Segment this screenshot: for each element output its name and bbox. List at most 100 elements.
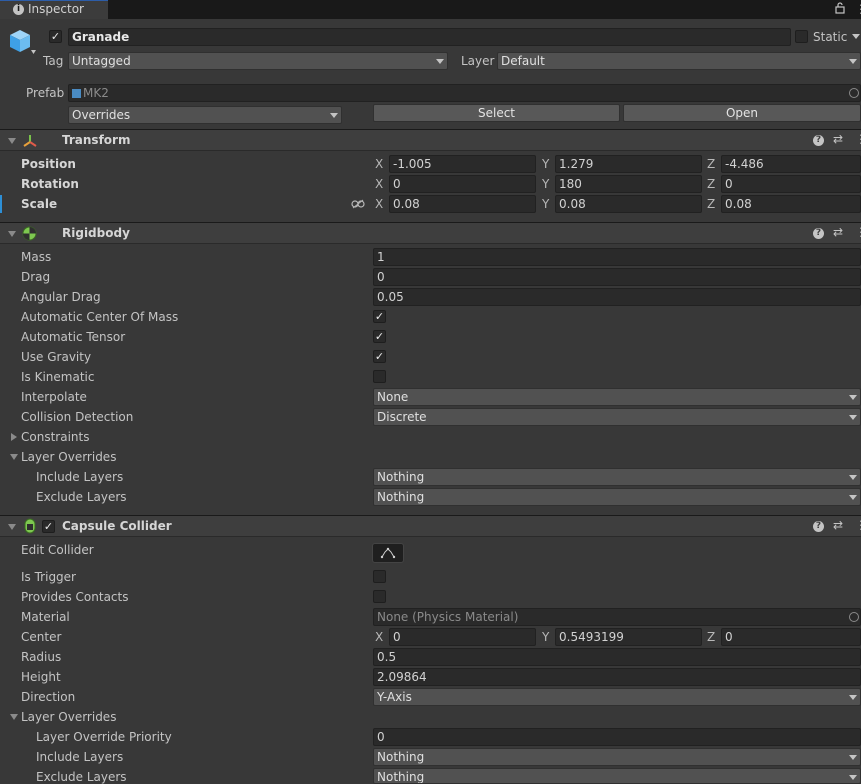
gameobject-icon[interactable]	[8, 27, 36, 60]
help-icon[interactable]: ?	[813, 228, 824, 239]
tab-inspector[interactable]: i Inspector	[0, 0, 108, 19]
open-button[interactable]: Open	[623, 104, 861, 122]
is-trigger-checkbox[interactable]	[373, 570, 386, 583]
kebab-menu-icon[interactable]: ⋮	[855, 1, 861, 17]
axis-x-label[interactable]: X	[375, 630, 383, 644]
auto-center-of-mass-checkbox[interactable]: ✓	[373, 310, 386, 323]
exclude-layers-value: Nothing	[377, 490, 425, 504]
static-dropdown-icon[interactable]	[852, 34, 860, 39]
axis-y-label[interactable]: Y	[542, 177, 549, 191]
foldout-arrow-icon[interactable]	[8, 138, 16, 144]
material-value: None (Physics Material)	[377, 610, 519, 624]
constraints-label[interactable]: Constraints	[21, 430, 89, 444]
layer-dropdown[interactable]: Default	[497, 52, 861, 70]
is-kinematic-checkbox[interactable]	[373, 370, 386, 383]
scale-y-field[interactable]: 0.08	[555, 195, 702, 213]
center-x-field[interactable]: 0	[389, 628, 536, 646]
layer-overrides-foldout-icon[interactable]	[10, 454, 18, 460]
position-z-field[interactable]: -4.486	[721, 155, 861, 173]
center-y-field[interactable]: 0.5493199	[555, 628, 702, 646]
axis-x-label[interactable]: X	[375, 177, 383, 191]
axis-x-label[interactable]: X	[375, 197, 383, 211]
rigidbody-header[interactable]: Rigidbody ? ⇄ ⋮	[0, 222, 861, 244]
overrides-value: Overrides	[72, 108, 131, 122]
axis-y-label[interactable]: Y	[542, 197, 549, 211]
gameobject-name-field[interactable]: Granade	[68, 28, 791, 46]
position-label: Position	[21, 157, 76, 171]
axis-y-label[interactable]: Y	[542, 157, 549, 171]
help-icon[interactable]: ?	[813, 521, 824, 532]
center-z-field[interactable]: 0	[721, 628, 861, 646]
axis-z-label[interactable]: Z	[707, 177, 715, 191]
direction-dropdown[interactable]: Y-Axis	[373, 688, 861, 706]
radius-field[interactable]: 0.5	[373, 648, 861, 666]
axis-z-label[interactable]: Z	[707, 630, 715, 644]
lock-icon[interactable]	[835, 2, 845, 14]
use-gravity-label: Use Gravity	[21, 350, 92, 364]
chevron-down-icon	[330, 113, 338, 118]
transform-header[interactable]: Transform ? ⇄ ⋮	[0, 129, 861, 151]
provides-contacts-checkbox[interactable]	[373, 590, 386, 603]
axis-x-label[interactable]: X	[375, 157, 383, 171]
position-x-field[interactable]: -1.005	[389, 155, 536, 173]
chevron-down-icon	[849, 395, 857, 400]
chevron-down-icon	[849, 755, 857, 760]
object-picker-icon[interactable]	[849, 88, 859, 98]
drag-field[interactable]: 0	[373, 268, 861, 286]
component-menu-icon[interactable]: ⋮	[855, 518, 861, 532]
include-layers-label: Include Layers	[36, 750, 124, 764]
tag-dropdown[interactable]: Untagged	[68, 52, 448, 70]
collision-detection-dropdown[interactable]: Discrete	[373, 408, 861, 426]
angular-drag-field[interactable]: 0.05	[373, 288, 861, 306]
static-checkbox[interactable]	[795, 30, 808, 43]
edit-collider-button[interactable]	[372, 543, 404, 563]
axis-z-label[interactable]: Z	[707, 157, 715, 171]
exclude-layers-dropdown[interactable]: Nothing	[373, 768, 861, 784]
active-checkbox[interactable]: ✓	[49, 30, 62, 43]
position-y-field[interactable]: 1.279	[555, 155, 702, 173]
select-button[interactable]: Select	[373, 104, 620, 122]
transform-title: Transform	[62, 133, 131, 147]
capsule-collider-header[interactable]: ✓ Capsule Collider ? ⇄ ⋮	[0, 515, 861, 537]
presets-icon[interactable]: ⇄	[833, 518, 843, 532]
axis-y-label[interactable]: Y	[542, 630, 549, 644]
axis-z-label[interactable]: Z	[707, 197, 715, 211]
edit-collider-icon	[380, 547, 396, 559]
prefab-field[interactable]: MK2	[68, 84, 861, 102]
help-icon[interactable]: ?	[813, 135, 824, 146]
mass-field[interactable]: 1	[373, 248, 861, 266]
layer-overrides-label[interactable]: Layer Overrides	[21, 710, 116, 724]
chevron-down-icon	[849, 59, 857, 64]
interpolate-dropdown[interactable]: None	[373, 388, 861, 406]
height-field[interactable]: 2.09864	[373, 668, 861, 686]
constrain-proportions-icon[interactable]	[351, 198, 365, 212]
foldout-arrow-icon[interactable]	[8, 231, 16, 237]
include-layers-dropdown[interactable]: Nothing	[373, 468, 861, 486]
exclude-layers-dropdown[interactable]: Nothing	[373, 488, 861, 506]
tag-label: Tag	[43, 54, 64, 68]
constraints-foldout-icon[interactable]	[11, 433, 17, 441]
presets-icon[interactable]: ⇄	[833, 225, 843, 239]
use-gravity-checkbox[interactable]: ✓	[373, 350, 386, 363]
object-picker-icon[interactable]	[849, 612, 859, 622]
component-menu-icon[interactable]: ⋮	[855, 225, 861, 239]
material-field[interactable]: None (Physics Material)	[373, 608, 861, 626]
include-layers-dropdown[interactable]: Nothing	[373, 748, 861, 766]
is-kinematic-label: Is Kinematic	[21, 370, 95, 384]
tab-bar	[0, 0, 861, 19]
overrides-dropdown[interactable]: Overrides	[68, 106, 342, 124]
rotation-z-field[interactable]: 0	[721, 175, 861, 193]
scale-z-field[interactable]: 0.08	[721, 195, 861, 213]
layer-override-priority-field[interactable]: 0	[373, 728, 861, 746]
rotation-y-field[interactable]: 180	[555, 175, 702, 193]
scale-x-field[interactable]: 0.08	[389, 195, 536, 213]
layer-overrides-foldout-icon[interactable]	[10, 714, 18, 720]
capsule-enabled-checkbox[interactable]: ✓	[42, 520, 55, 533]
auto-tensor-checkbox[interactable]: ✓	[373, 330, 386, 343]
rotation-x-field[interactable]: 0	[389, 175, 536, 193]
rigidbody-title: Rigidbody	[62, 226, 130, 240]
component-menu-icon[interactable]: ⋮	[855, 132, 861, 146]
presets-icon[interactable]: ⇄	[833, 132, 843, 146]
foldout-arrow-icon[interactable]	[8, 524, 16, 530]
layer-overrides-label[interactable]: Layer Overrides	[21, 450, 116, 464]
